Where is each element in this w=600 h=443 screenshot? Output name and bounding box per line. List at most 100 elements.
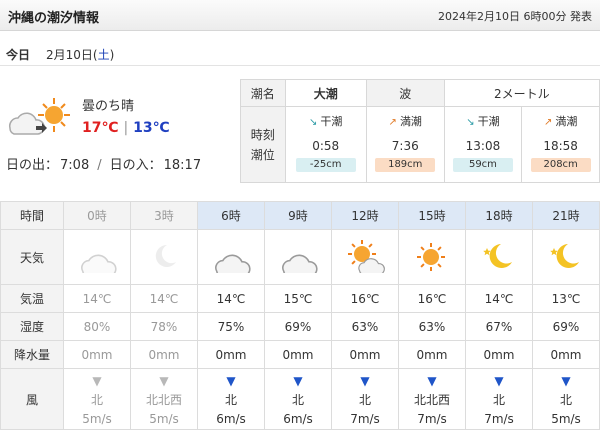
issued-time: 2024年2月10日 6時00分 発表 [438, 10, 592, 23]
sunrise-time: 7:08 [60, 158, 90, 173]
page-title: 沖縄の潮汐情報 [8, 11, 100, 26]
tide-level: -25cm [295, 158, 356, 172]
hour-header: 9時 [264, 201, 332, 230]
wind-arrow-icon: ▼ [561, 374, 571, 388]
row-label-temp: 気温 [0, 284, 64, 313]
temp-cell: 16℃ [331, 284, 399, 313]
wind-speed: 5m/s [551, 412, 581, 426]
tide-row-labels: 時刻 潮位 [240, 106, 286, 183]
falling-arrow-icon: ↘ [309, 117, 318, 128]
tide-event: ↘ 干潮 0:58 -25cm [284, 106, 367, 183]
wind-cell: ▼ 北 6m/s [264, 368, 332, 430]
weather-summary: 曇のち晴 [82, 99, 135, 114]
wind-arrow-icon: ▼ [92, 374, 102, 388]
wave-label: 波 [365, 79, 445, 107]
humidity-cell: 80% [63, 312, 131, 341]
wind-speed: 6m/s [283, 412, 313, 426]
sun-times: 日の出： 7:08/日の入： 18:17 [6, 158, 202, 173]
wind-speed: 7m/s [350, 412, 380, 426]
page-header: 沖縄の潮汐情報 2024年2月10日 6時00分 発表 [0, 0, 600, 31]
cloud-icon [197, 229, 265, 285]
wind-speed: 7m/s [484, 412, 514, 426]
wind-cell: ▼ 北北西 5m/s [130, 368, 198, 430]
wind-speed: 6m/s [216, 412, 246, 426]
wind-direction: 北 [291, 393, 304, 407]
wind-cell: ▼ 北北西 7m/s [398, 368, 466, 430]
wind-speed: 5m/s [149, 412, 179, 426]
precip-cell: 0mm [63, 340, 131, 369]
temp-cell: 14℃ [130, 284, 198, 313]
sun-icon [398, 229, 466, 285]
sunset-time: 18:17 [163, 158, 202, 173]
wind-speed: 7m/s [417, 412, 447, 426]
hour-header: 3時 [130, 201, 198, 230]
precip-cell: 0mm [465, 340, 533, 369]
tide-table: 潮名 大潮 波 2メートル 時刻 潮位 ↘ 干潮 0:58 -25cm ↗ 満潮 7:36 1… [240, 79, 600, 183]
temp-cell: 14℃ [63, 284, 131, 313]
wind-arrow-icon: ▼ [494, 374, 504, 388]
precip-cell: 0mm [197, 340, 265, 369]
today-label: 今日 [6, 48, 31, 62]
row-label-humidity: 湿度 [0, 312, 64, 341]
tide-event: ↗ 満潮 18:58 208cm [521, 106, 600, 183]
sunset-label: 日の入： [109, 158, 162, 173]
temp-cell: 14℃ [197, 284, 265, 313]
high-temp: 17℃ [82, 120, 119, 136]
precip-cell: 0mm [331, 340, 399, 369]
hour-header: 21時 [532, 201, 600, 230]
wind-direction: 北 [90, 393, 103, 407]
temp-cell: 15℃ [264, 284, 332, 313]
weekday: 土 [97, 48, 110, 62]
moon-icon [465, 229, 533, 285]
tide-event: ↘ 干潮 13:08 59cm [443, 106, 523, 183]
today-date: 2月10日(土) [46, 48, 115, 62]
temp-cell: 16℃ [398, 284, 466, 313]
wind-arrow-icon: ▼ [360, 374, 370, 388]
wind-direction: 北 [224, 393, 237, 407]
wind-cell: ▼ 北 7m/s [465, 368, 533, 430]
hour-header: 15時 [398, 201, 466, 230]
hour-header: 12時 [331, 201, 399, 230]
wind-arrow-icon: ▼ [293, 374, 303, 388]
moon-icon [532, 229, 600, 285]
wind-speed: 5m/s [82, 412, 112, 426]
precip-cell: 0mm [264, 340, 332, 369]
wind-direction: 北北西 [145, 393, 182, 407]
low-temp: 13℃ [133, 120, 170, 136]
wind-direction: 北 [492, 393, 505, 407]
tide-level: 59cm [452, 158, 513, 172]
falling-arrow-icon: ↘ [466, 117, 475, 128]
row-label-wind: 風 [0, 368, 64, 430]
rising-arrow-icon: ↗ [543, 117, 553, 128]
today-bar: 今日 2月10日(土) [0, 42, 600, 66]
rising-arrow-icon: ↗ [388, 117, 397, 128]
cloud-icon [264, 229, 332, 285]
humidity-cell: 69% [264, 312, 332, 341]
precip-cell: 0mm [532, 340, 600, 369]
humidity-cell: 63% [398, 312, 466, 341]
humidity-cell: 63% [331, 312, 399, 341]
tide-name-label: 潮名 [240, 79, 286, 107]
tide-event: ↗ 満潮 7:36 189cm [365, 106, 445, 183]
humidity-cell: 78% [130, 312, 198, 341]
wind-cell: ▼ 北 7m/s [331, 368, 399, 430]
moon-cloud-icon [130, 229, 198, 285]
humidity-cell: 69% [532, 312, 600, 341]
row-label-precip: 降水量 [0, 340, 64, 369]
temperature-range: 17℃ | 13℃ [82, 120, 170, 136]
wind-cell: ▼ 北 6m/s [197, 368, 265, 430]
precip-cell: 0mm [398, 340, 466, 369]
hourly-forecast-table: 時間 0時 3時 6時 9時 12時 15時 18時 21時 天気 気温 14℃ 14℃ 14℃ 15℃… [0, 201, 600, 430]
wind-cell: ▼ 北 5m/s [63, 368, 131, 430]
humidity-cell: 67% [465, 312, 533, 341]
humidity-cell: 75% [197, 312, 265, 341]
hour-header: 18時 [465, 201, 533, 230]
hour-header: 6時 [197, 201, 265, 230]
wind-direction: 北 [559, 393, 572, 407]
wind-arrow-icon: ▼ [427, 374, 437, 388]
cloud-icon [63, 229, 131, 285]
cloud-then-sun-icon [4, 96, 76, 141]
tide-name: 大潮 [284, 79, 367, 107]
wind-arrow-icon: ▼ [226, 374, 236, 388]
wind-direction: 北北西 [413, 393, 450, 407]
